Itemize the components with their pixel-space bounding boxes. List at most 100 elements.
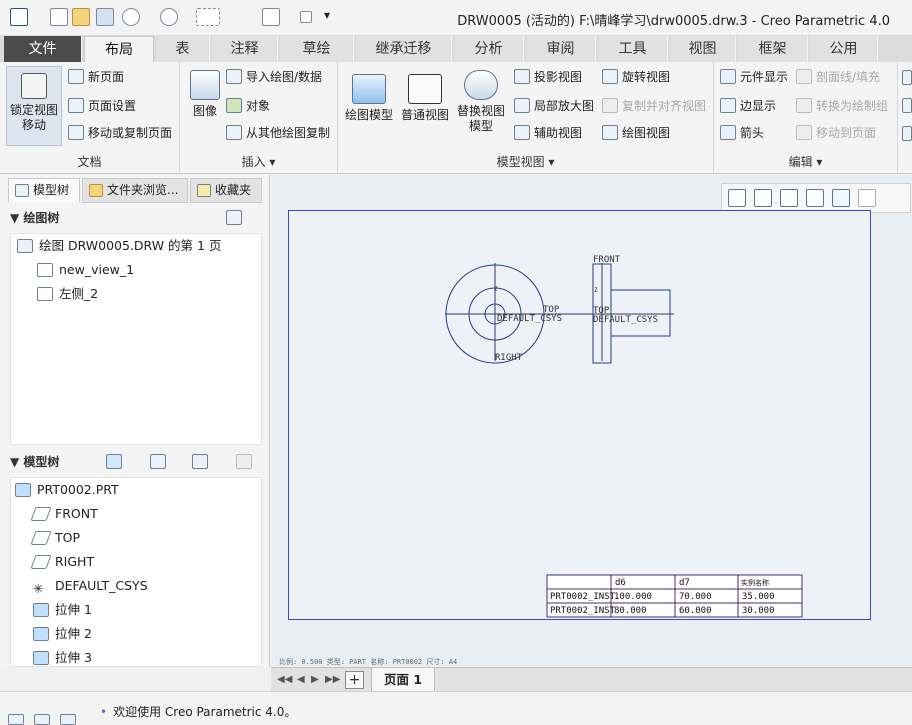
- move-copy-page-label: 移动或复制页面: [88, 126, 173, 140]
- next-page-icon[interactable]: ▶: [311, 674, 319, 685]
- overflow-icon-3[interactable]: [902, 126, 912, 141]
- undo-icon[interactable]: [122, 8, 140, 28]
- select-box-icon[interactable]: [196, 8, 220, 28]
- copy-align-view-button[interactable]: 复制并对齐视图: [602, 97, 706, 114]
- graphics-window[interactable]: TOP DEFAULT_CSYS RIGHT Z FRONT TOP DEFAU…: [271, 175, 912, 667]
- tab-table[interactable]: 表: [156, 36, 210, 62]
- tab-tools[interactable]: 工具: [598, 36, 668, 62]
- replace-view-model-button[interactable]: 替换视图 模型: [454, 70, 508, 134]
- group-label-insert[interactable]: 插入 ▾: [180, 153, 337, 170]
- component-display-button[interactable]: 元件显示: [720, 68, 788, 85]
- tree-filter-icon[interactable]: [236, 454, 252, 469]
- tab-page-1[interactable]: 页面 1: [371, 668, 435, 692]
- general-view[interactable]: TOP DEFAULT_CSYS RIGHT Z: [445, 263, 589, 364]
- tree-node-part[interactable]: PRT0002.PRT: [15, 480, 119, 500]
- close-window-icon[interactable]: [300, 8, 312, 28]
- drawing-model-icon: [352, 74, 386, 104]
- tree-node-default-csys[interactable]: ✳ DEFAULT_CSYS: [33, 576, 148, 596]
- tree-node-left-view[interactable]: 左侧_2: [37, 284, 98, 304]
- open-folder-icon[interactable]: [72, 8, 90, 28]
- left-view[interactable]: FRONT TOP DEFAULT_CSYS Z: [574, 255, 674, 364]
- copy-from-drawing-button[interactable]: 从其他绘图复制: [226, 124, 330, 141]
- browser-toggle-icon[interactable]: [34, 714, 50, 725]
- tab-analysis[interactable]: 分析: [454, 36, 524, 62]
- drawing-view-button[interactable]: 绘图视图: [602, 124, 670, 141]
- saved-views-icon[interactable]: [858, 189, 876, 207]
- model-tree-header[interactable]: ▼ 模型树: [10, 450, 262, 474]
- import-drawing-button[interactable]: 导入绘图/数据: [226, 68, 322, 85]
- tab-sketch[interactable]: 草绘: [280, 36, 354, 62]
- first-page-icon[interactable]: ◀◀: [277, 674, 292, 685]
- move-to-page-button[interactable]: 移动到页面: [796, 124, 876, 141]
- redo-icon[interactable]: [160, 8, 178, 28]
- tab-model-tree[interactable]: 模型树: [8, 178, 80, 203]
- navigator-toggle-icon[interactable]: [8, 714, 24, 725]
- tree-node-extrude-1[interactable]: 拉伸 1: [33, 600, 92, 620]
- customize-toolbar-icon[interactable]: ▾: [324, 8, 334, 28]
- tree-settings-icon[interactable]: [226, 210, 242, 225]
- collapse-arrow-icon: ▼: [10, 455, 24, 469]
- object-button[interactable]: 对象: [226, 97, 270, 114]
- zoom-out-icon[interactable]: [780, 189, 798, 207]
- move-copy-page-button[interactable]: 移动或复制页面: [68, 124, 172, 141]
- fullscreen-icon[interactable]: [60, 714, 76, 725]
- tree-node-drawing-page[interactable]: 绘图 DRW0005.DRW 的第 1 页: [17, 236, 221, 256]
- tree-node-top-plane[interactable]: TOP: [30, 528, 80, 548]
- lock-view-button[interactable]: 锁定视图 移动: [6, 66, 62, 146]
- new-file-icon[interactable]: [50, 8, 68, 28]
- tab-folder-browser[interactable]: 文件夹浏览...: [82, 178, 188, 203]
- save-icon[interactable]: [96, 8, 114, 28]
- window-switch-icon[interactable]: [262, 8, 280, 28]
- general-view-button[interactable]: 普通视图: [398, 74, 452, 123]
- tree-settings-icon[interactable]: [192, 454, 208, 469]
- projection-view-button[interactable]: 投影视图: [514, 68, 582, 85]
- repaint-icon[interactable]: [806, 189, 824, 207]
- app-menu-icon[interactable]: [10, 8, 28, 28]
- convert-to-group-button[interactable]: 转换为绘制组: [796, 97, 888, 114]
- family-table[interactable]: d6 d7 实例名称 PRT0002_INST 100.000 70.000 3…: [546, 574, 803, 618]
- auxiliary-view-button[interactable]: 辅助视图: [514, 124, 582, 141]
- tab-review[interactable]: 审阅: [526, 36, 596, 62]
- group-label-edit[interactable]: 编辑 ▾: [714, 153, 897, 170]
- display-style-icon[interactable]: [832, 189, 850, 207]
- datum-display-icon[interactable]: [884, 189, 902, 207]
- tab-layout[interactable]: 布局: [84, 36, 154, 62]
- group-label-model-views[interactable]: 模型视图 ▾: [338, 153, 713, 170]
- zoom-in-icon[interactable]: [754, 189, 772, 207]
- tree-node-right-plane[interactable]: RIGHT: [30, 552, 94, 572]
- tree-node-extrude-2[interactable]: 拉伸 2: [33, 624, 92, 644]
- arrow-button[interactable]: 箭头: [720, 124, 764, 141]
- drawing-model-button[interactable]: 绘图模型: [342, 74, 396, 123]
- tree-node-new-view[interactable]: new_view_1: [37, 260, 134, 280]
- tab-common[interactable]: 公用: [810, 36, 878, 62]
- overflow-icon-1[interactable]: [902, 70, 912, 85]
- tab-annotate[interactable]: 注释: [212, 36, 278, 62]
- drawing-tree-header[interactable]: ▼ 绘图树: [10, 206, 262, 230]
- copy-from-drawing-label: 从其他绘图复制: [246, 126, 331, 140]
- tools-icon[interactable]: [150, 454, 166, 469]
- tab-view[interactable]: 视图: [670, 36, 736, 62]
- previous-page-icon[interactable]: ◀: [297, 674, 305, 685]
- tab-legacy-migration[interactable]: 继承迁移: [356, 36, 452, 62]
- tab-file[interactable]: 文件: [4, 36, 82, 62]
- drawing-sheet[interactable]: TOP DEFAULT_CSYS RIGHT Z FRONT TOP DEFAU…: [288, 210, 871, 620]
- last-page-icon[interactable]: ▶▶: [325, 674, 340, 685]
- add-page-button[interactable]: +: [345, 671, 364, 689]
- new-page-button[interactable]: 新页面: [68, 68, 124, 85]
- image-button[interactable]: 图像: [184, 70, 226, 119]
- tab-favorites[interactable]: 收藏夹: [190, 178, 262, 203]
- favorites-icon: [197, 184, 211, 197]
- model-display-icon[interactable]: [106, 454, 122, 469]
- tree-node-front-plane[interactable]: FRONT: [30, 504, 98, 524]
- refit-icon[interactable]: [728, 189, 746, 207]
- section-line-button[interactable]: 剖面线/填充: [796, 68, 880, 85]
- detail-view-button[interactable]: 局部放大图: [514, 97, 594, 114]
- datum-plane-icon: [30, 507, 52, 521]
- image-icon: [190, 70, 220, 100]
- page-setup-button[interactable]: 页面设置: [68, 97, 136, 114]
- edge-display-button[interactable]: 边显示: [720, 97, 776, 114]
- tab-frame[interactable]: 框架: [738, 36, 808, 62]
- tree-node-extrude-3[interactable]: 拉伸 3: [33, 648, 92, 668]
- overflow-icon-2[interactable]: [902, 98, 912, 113]
- revolve-view-button[interactable]: 旋转视图: [602, 68, 670, 85]
